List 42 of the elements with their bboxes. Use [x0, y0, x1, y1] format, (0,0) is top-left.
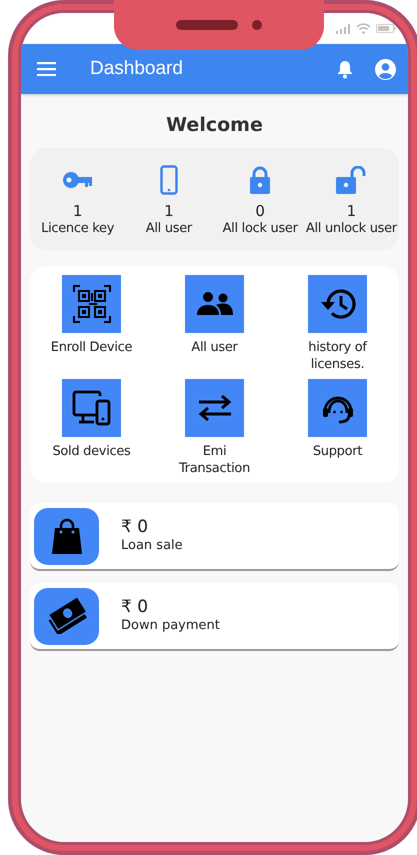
key-icon: [62, 171, 93, 189]
stat-label: Licence key: [41, 220, 114, 238]
stat-value: 1: [164, 202, 174, 220]
action-label: Sold devices: [52, 443, 131, 460]
action-label: Support: [312, 443, 362, 460]
signal-icon: [336, 24, 351, 34]
action-tile[interactable]: [185, 379, 244, 437]
monitor-and-phone-icon: [72, 390, 112, 426]
account-icon[interactable]: [375, 58, 396, 80]
action-label: All user: [191, 339, 238, 356]
action-label: Emi Transaction: [178, 443, 252, 477]
action-label: Enroll Device: [50, 339, 132, 356]
action-label: history of licenses.: [307, 339, 368, 373]
action-tile[interactable]: [308, 379, 367, 437]
lock-icon: [249, 166, 272, 194]
phone-icon: [160, 165, 178, 195]
stat-value: 1: [346, 202, 356, 220]
wifi-icon: [356, 23, 371, 34]
stat-value: 1: [72, 202, 82, 220]
unlocked-padlock-icon: [335, 166, 368, 194]
summary-amount: ₹ 0: [121, 597, 150, 617]
summary-amount: ₹ 0: [121, 517, 150, 537]
stat-label: All lock user: [222, 220, 298, 238]
action-tile[interactable]: [308, 275, 367, 333]
welcome-heading: Welcome: [166, 114, 263, 136]
shopping-bag-icon: [50, 518, 82, 554]
stat-label: All unlock user: [306, 220, 397, 238]
battery-icon: [376, 24, 396, 33]
summary-label: Down payment: [121, 617, 220, 635]
action-tile[interactable]: [62, 275, 121, 333]
action-tile[interactable]: [185, 275, 244, 333]
people-icon: [196, 291, 232, 317]
stat-value: 0: [255, 202, 265, 220]
summary-label: Loan sale: [121, 537, 183, 555]
notification-bell-icon[interactable]: [337, 60, 353, 78]
action-tile[interactable]: [62, 379, 121, 437]
stat-label: All user: [146, 220, 192, 238]
menu-icon[interactable]: [37, 62, 56, 76]
qr-code-icon: [72, 284, 112, 324]
swap-arrows-icon: [196, 394, 232, 422]
history-icon: [320, 287, 356, 321]
app-bar-title: Dashboard: [90, 58, 184, 80]
